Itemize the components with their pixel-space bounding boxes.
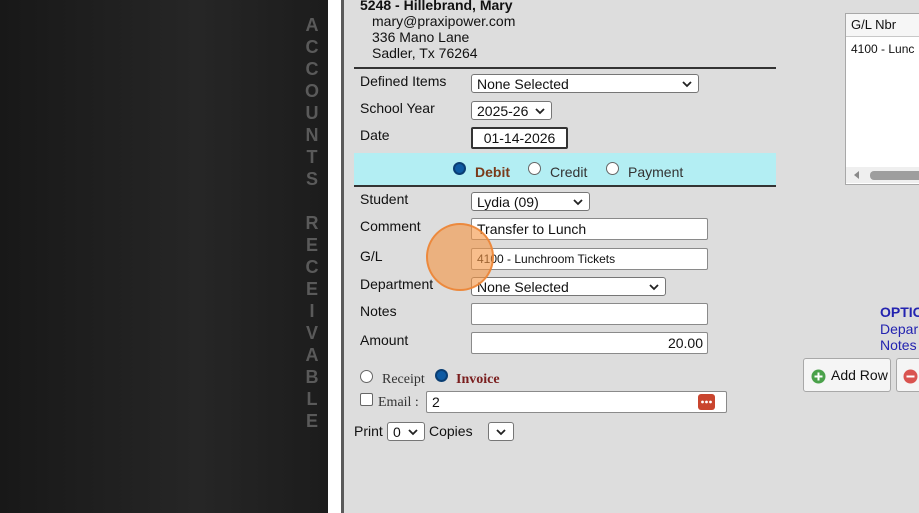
scrollbar-thumb[interactable] [870, 171, 919, 180]
options-department-link[interactable]: Depar [880, 321, 918, 337]
school-year-label: School Year [360, 100, 435, 116]
grid-row-1[interactable]: 4100 - Lunc [851, 42, 914, 56]
vertical-letter: E [305, 235, 318, 255]
credit-label: Credit [550, 164, 588, 180]
vertical-letter: N [305, 125, 319, 145]
email-checkbox[interactable] [360, 393, 373, 406]
date-input[interactable]: 01-14-2026 [471, 127, 568, 149]
vertical-letter: O [304, 81, 319, 101]
transaction-form: 5248 - Hillebrand, Mary mary@praxipower.… [344, 0, 919, 513]
panel-gap [328, 0, 341, 513]
print-value: 0 [393, 424, 401, 440]
student-select[interactable]: Lydia (09) [471, 192, 590, 211]
student-label: Student [360, 191, 409, 207]
email-value: 2 [432, 394, 440, 410]
click-indicator [426, 223, 494, 291]
vertical-letter: I [309, 301, 315, 321]
gl-grid: G/L Nbr 4100 - Lunc [845, 13, 919, 185]
receipt-radio[interactable] [360, 370, 373, 383]
invoice-label: Invoice [456, 372, 500, 387]
account-address-line2: Sadler, Tx 76264 [372, 45, 478, 61]
account-title: 5248 - Hillebrand, Mary [360, 0, 513, 13]
chevron-down-icon [408, 429, 418, 436]
gl-input[interactable]: 4100 - Lunchroom Tickets [471, 248, 708, 270]
invoice-radio[interactable] [435, 369, 448, 382]
defined-items-select[interactable]: None Selected [471, 74, 699, 93]
vertical-letter: R [305, 213, 319, 233]
add-row-button[interactable]: Add Row [803, 358, 891, 392]
grid-header: G/L Nbr [846, 14, 919, 37]
amount-label: Amount [360, 332, 409, 348]
vertical-letter: L [306, 389, 318, 409]
copies-select[interactable] [488, 422, 514, 441]
comment-label: Comment [360, 218, 421, 234]
vertical-letter: A [305, 345, 319, 365]
vertical-letter: T [306, 147, 318, 167]
comment-input[interactable]: Transfer to Lunch [471, 218, 708, 240]
more-icon[interactable] [698, 394, 715, 410]
vertical-letter: B [305, 367, 319, 387]
chevron-down-icon [649, 284, 659, 291]
account-email: mary@praxipower.com [372, 13, 516, 29]
vertical-letter: A [305, 15, 319, 35]
remove-icon [903, 369, 918, 384]
school-year-select[interactable]: 2025-26 [471, 101, 552, 120]
amount-input[interactable]: 20.00 [471, 332, 708, 354]
chevron-down-icon [573, 199, 583, 206]
scroll-left-arrow-icon[interactable] [852, 170, 861, 180]
vertical-letter: C [305, 257, 319, 277]
grid-column-header[interactable]: G/L Nbr [851, 17, 896, 32]
vertical-letter: U [305, 103, 319, 123]
school-year-value: 2025-26 [477, 103, 529, 119]
date-label: Date [360, 127, 390, 143]
chevron-down-icon [496, 429, 506, 436]
add-icon [811, 369, 826, 384]
accounts-receivable-vertical-title: ACCOUNTSRECEIVABLE [300, 14, 324, 432]
email-label: Email : [378, 395, 419, 410]
debit-radio[interactable] [453, 162, 466, 175]
defined-items-value: None Selected [477, 76, 569, 92]
notes-label: Notes [360, 303, 397, 319]
ellipsis-icon [701, 400, 712, 404]
email-input[interactable]: 2 [426, 391, 727, 413]
vertical-letter: S [305, 169, 318, 189]
dark-background [0, 0, 328, 513]
remove-row-button[interactable] [896, 358, 919, 392]
department-value: None Selected [477, 279, 569, 295]
vertical-letter: C [305, 59, 319, 79]
chevron-down-icon [682, 81, 692, 88]
vertical-spacer [300, 190, 324, 212]
grid-horizontal-scrollbar[interactable] [846, 167, 919, 183]
copies-label: Copies [429, 423, 473, 439]
account-address-line1: 336 Mano Lane [372, 29, 470, 45]
transaction-type-band: Debit Credit Payment [354, 153, 776, 185]
payment-label: Payment [628, 164, 684, 180]
print-label: Print [354, 423, 383, 439]
add-row-label: Add Row [831, 367, 888, 383]
notes-input[interactable] [471, 303, 708, 325]
options-title: OPTIC [880, 304, 919, 320]
vertical-letter: E [305, 279, 318, 299]
divider [354, 67, 776, 69]
options-notes-link[interactable]: Notes [880, 337, 917, 353]
print-select[interactable]: 0 [387, 422, 425, 441]
payment-radio[interactable] [606, 162, 619, 175]
vertical-letter: E [305, 411, 318, 431]
chevron-down-icon [535, 108, 545, 115]
vertical-letter: C [305, 37, 319, 57]
divider [354, 185, 776, 187]
student-value: Lydia (09) [477, 194, 539, 210]
department-select[interactable]: None Selected [471, 277, 666, 296]
receipt-label: Receipt [382, 372, 425, 387]
defined-items-label: Defined Items [360, 73, 447, 89]
credit-radio[interactable] [528, 162, 541, 175]
department-label: Department [360, 276, 434, 292]
debit-label: Debit [475, 164, 510, 180]
vertical-letter: V [305, 323, 318, 343]
gl-label: G/L [360, 248, 383, 264]
